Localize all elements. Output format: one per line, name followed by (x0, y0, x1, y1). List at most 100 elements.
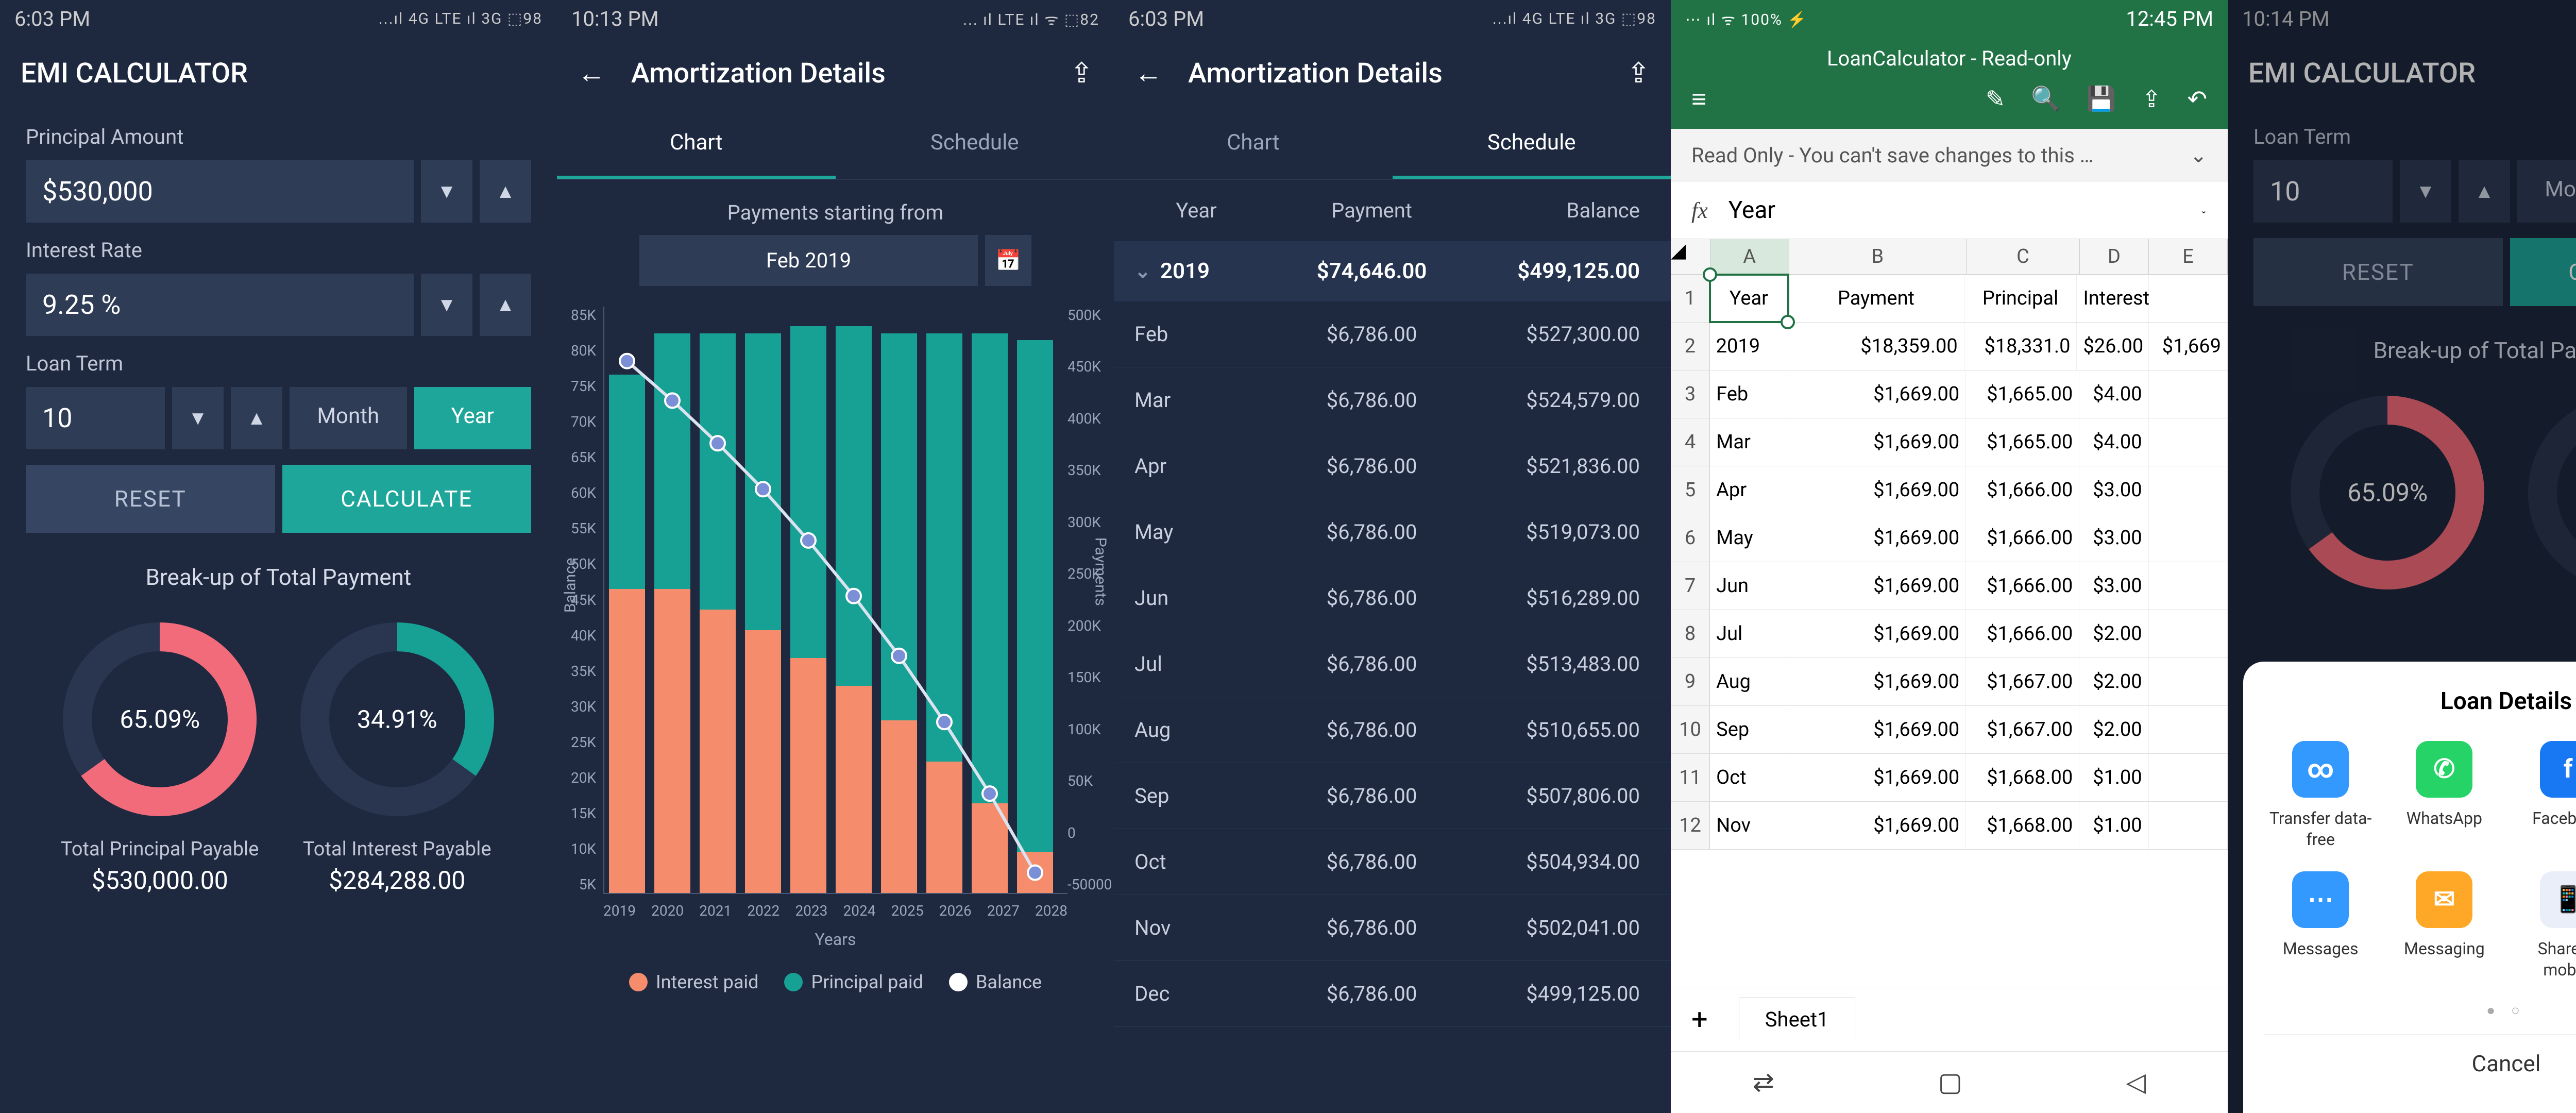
menu-icon[interactable]: ≡ (1691, 84, 1706, 114)
undo-icon[interactable]: ↶ (2187, 85, 2207, 113)
principal-label: Principal Amount (26, 125, 531, 149)
status-bar: 6:03 PM ...ıl 4G LTE ıl 3G ⬚98 (0, 0, 557, 37)
rate-input[interactable]: 9.25 % (26, 274, 414, 336)
share-cancel-button[interactable]: Cancel (2264, 1034, 2576, 1092)
sheet-tab[interactable]: Sheet1 (1739, 998, 1855, 1041)
table-row[interactable]: 8 Jul $1,669.00 $1,666.00 $2.00 (1671, 610, 2228, 658)
share-target[interactable]: ∞Transfer data-free (2264, 741, 2377, 851)
term-label: Loan Term (26, 351, 531, 376)
status-bar: ⋯ ıl ᯤ 100% ⚡ 12:45 PM (1671, 0, 2228, 37)
back-icon[interactable]: ← (1134, 57, 1162, 90)
chevron-down-icon[interactable]: ⌄ (2200, 206, 2207, 215)
schedule-month-row[interactable]: Sep$6,786.00$507,806.00 (1114, 763, 1671, 829)
page-indicator: ● ○ (2264, 1002, 2576, 1019)
share-icon[interactable]: ⇪ (2142, 85, 2162, 113)
share-icon[interactable]: ⇪ (1627, 57, 1650, 90)
chevron-down-icon: ⌄ (1134, 260, 1160, 283)
back-icon[interactable]: ◁ (2126, 1067, 2146, 1098)
term-unit-month[interactable]: Month (290, 387, 407, 449)
status-icons: ...ıl 4G LTE ıl 3G ⬚98 (1493, 10, 1656, 28)
table-row[interactable]: 1 Year Payment Principal Interest (1671, 275, 2228, 323)
share-icon[interactable]: ⇪ (1070, 57, 1093, 90)
calendar-icon[interactable]: 📅 (985, 235, 1031, 286)
status-bar: 6:03 PM ...ıl 4G LTE ıl 3G ⬚98 (1114, 0, 1671, 37)
schedule-month-row[interactable]: Dec$6,786.00$499,125.00 (1114, 961, 1671, 1027)
share-target[interactable]: ✉Messaging (2387, 871, 2501, 981)
share-target[interactable]: 📱Share to mobile (2512, 871, 2576, 981)
status-time: 6:03 PM (1128, 7, 1204, 31)
share-title: Loan Details (2264, 687, 2576, 715)
save-icon[interactable]: 💾 (2087, 85, 2116, 113)
table-row[interactable]: 10 Sep $1,669.00 $1,667.00 $2.00 (1671, 706, 2228, 754)
schedule-month-row[interactable]: Feb$6,786.00$527,300.00 (1114, 301, 1671, 367)
table-row[interactable]: 9 Aug $1,669.00 $1,667.00 $2.00 (1671, 658, 2228, 706)
table-row[interactable]: 3 Feb $1,669.00 $1,665.00 $4.00 (1671, 370, 2228, 418)
table-row[interactable]: 7 Jun $1,669.00 $1,666.00 $3.00 (1671, 562, 2228, 610)
term-unit-year[interactable]: Year (414, 387, 532, 449)
status-time: 6:03 PM (14, 7, 90, 31)
page-title: Amortization Details (1188, 57, 1601, 90)
add-sheet-icon[interactable]: + (1681, 1002, 1718, 1036)
rate-down[interactable]: ▼ (421, 274, 472, 336)
donut-interest: 34.91% (294, 616, 500, 822)
interest-payable-label: Total Interest Payable (294, 838, 500, 861)
tab-chart[interactable]: Chart (557, 109, 836, 179)
col-headers[interactable]: ◢ A B C D E (1671, 239, 2228, 275)
share-sheet: Loan Details ∞Transfer data-free✆WhatsAp… (2243, 662, 2576, 1113)
share-target[interactable]: ✆WhatsApp (2387, 741, 2501, 851)
tab-schedule[interactable]: Schedule (836, 109, 1114, 179)
select-all-corner[interactable]: ◢ (1671, 239, 1710, 274)
rate-up[interactable]: ▲ (480, 274, 531, 336)
reset-button[interactable]: RESET (26, 465, 275, 533)
status-icons: ... ıl LTE ıl ᯤ ⬚82 (963, 8, 1099, 29)
term-down[interactable]: ▼ (172, 387, 224, 449)
breakup-title: Break-up of Total Payment (26, 564, 531, 591)
edit-icon[interactable]: ✎ (1986, 85, 2006, 113)
table-row[interactable]: 2 2019 $18,359.00 $18,331.0 $26.00 $1,66… (1671, 323, 2228, 370)
starting-from-label: Payments starting from (578, 200, 1093, 225)
schedule-month-row[interactable]: Aug$6,786.00$510,655.00 (1114, 697, 1671, 763)
table-row[interactable]: 6 May $1,669.00 $1,666.00 $3.00 (1671, 514, 2228, 562)
principal-down[interactable]: ▼ (421, 160, 472, 223)
principal-input[interactable]: $530,000 (26, 160, 414, 223)
table-row[interactable]: 12 Nov $1,669.00 $1,668.00 $1.00 (1671, 802, 2228, 850)
amortization-chart: Balance Payments 85K80K75K70K65K60K55K50… (578, 307, 1093, 956)
schedule-month-row[interactable]: Nov$6,786.00$502,041.00 (1114, 895, 1671, 961)
schedule-month-row[interactable]: Jun$6,786.00$516,289.00 (1114, 565, 1671, 631)
term-up[interactable]: ▲ (231, 387, 282, 449)
android-nav: ⇄ ▢ ◁ (1671, 1051, 2228, 1113)
start-date-input[interactable]: Feb 2019 (639, 235, 978, 286)
status-time: 12:45 PM (2126, 7, 2213, 31)
tab-schedule[interactable]: Schedule (1393, 109, 1671, 179)
table-row[interactable]: 5 Apr $1,669.00 $1,666.00 $3.00 (1671, 466, 2228, 514)
status-time: 10:13 PM (571, 7, 659, 31)
app-title: EMI CALCULATOR (0, 37, 557, 109)
schedule-month-row[interactable]: Apr$6,786.00$521,836.00 (1114, 433, 1671, 499)
tab-chart[interactable]: Chart (1114, 109, 1393, 179)
share-target[interactable]: fFacebook (2512, 741, 2576, 851)
calculate-button[interactable]: CALCULATE (282, 465, 532, 533)
home-icon[interactable]: ▢ (1938, 1067, 1962, 1098)
status-icons: ...ıl 4G LTE ıl 3G ⬚98 (379, 10, 543, 28)
share-target[interactable]: ⋯Messages (2264, 871, 2377, 981)
principal-up[interactable]: ▲ (480, 160, 531, 223)
readonly-banner[interactable]: Read Only - You can't save changes to th… (1671, 129, 2228, 182)
search-icon[interactable]: 🔍 (2031, 85, 2060, 113)
formula-bar[interactable]: fx Year ⌄ (1671, 182, 2228, 239)
recent-icon[interactable]: ⇄ (1753, 1067, 1774, 1098)
schedule-year-row[interactable]: ⌄ 2019 $74,646.00 $499,125.00 (1114, 241, 1671, 301)
table-row[interactable]: 11 Oct $1,669.00 $1,668.00 $1.00 (1671, 754, 2228, 802)
status-icons-left: ⋯ ıl ᯤ 100% ⚡ (1685, 8, 1808, 29)
interest-payable-value: $284,288.00 (294, 866, 500, 895)
schedule-month-row[interactable]: Oct$6,786.00$504,934.00 (1114, 829, 1671, 895)
table-row[interactable]: 4 Mar $1,669.00 $1,665.00 $4.00 (1671, 418, 2228, 466)
back-icon[interactable]: ← (578, 57, 605, 90)
schedule-month-row[interactable]: Mar$6,786.00$524,579.00 (1114, 367, 1671, 433)
term-input[interactable]: 10 (26, 387, 165, 449)
schedule-month-row[interactable]: May$6,786.00$519,073.00 (1114, 499, 1671, 565)
document-title: LoanCalculator - Read-only (1671, 37, 2228, 74)
page-title: Amortization Details (631, 57, 1044, 90)
rate-label: Interest Rate (26, 238, 531, 262)
schedule-month-row[interactable]: Jul$6,786.00$513,483.00 (1114, 631, 1671, 697)
principal-payable-label: Total Principal Payable (57, 838, 263, 861)
